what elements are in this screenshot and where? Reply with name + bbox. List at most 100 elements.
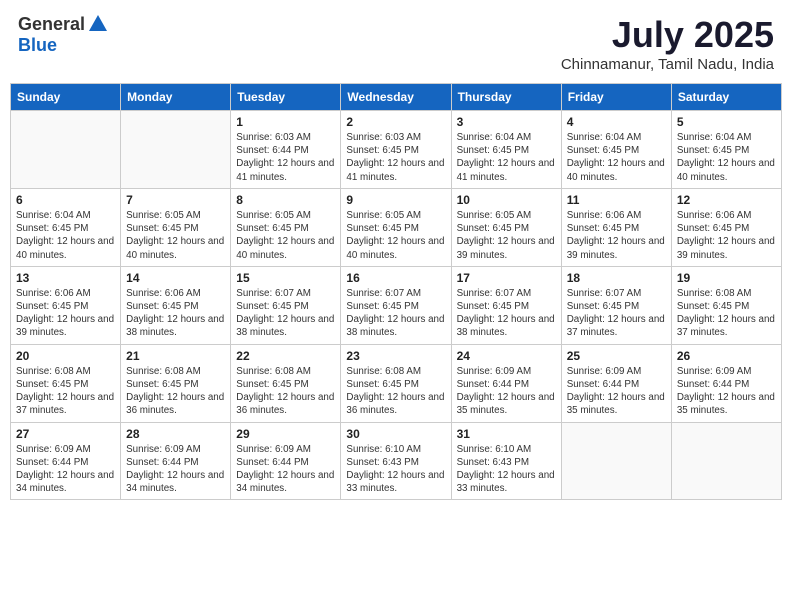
day-info: Sunrise: 6:05 AM Sunset: 6:45 PM Dayligh… — [346, 209, 445, 262]
calendar-cell: 17 Sunrise: 6:07 AM Sunset: 6:45 PM Dayli… — [451, 266, 561, 344]
day-number: 1 — [236, 115, 335, 129]
calendar-cell: 7 Sunrise: 6:05 AM Sunset: 6:45 PM Daylig… — [121, 188, 231, 266]
day-info: Sunrise: 6:07 AM Sunset: 6:45 PM Dayligh… — [236, 287, 335, 340]
day-info: Sunrise: 6:09 AM Sunset: 6:44 PM Dayligh… — [567, 365, 666, 418]
calendar-cell — [11, 111, 121, 189]
day-info: Sunrise: 6:05 AM Sunset: 6:45 PM Dayligh… — [126, 209, 225, 262]
calendar-cell: 25 Sunrise: 6:09 AM Sunset: 6:44 PM Dayli… — [561, 344, 671, 422]
calendar-cell: 14 Sunrise: 6:06 AM Sunset: 6:45 PM Dayli… — [121, 266, 231, 344]
day-number: 15 — [236, 271, 335, 285]
calendar-cell: 8 Sunrise: 6:05 AM Sunset: 6:45 PM Daylig… — [231, 188, 341, 266]
day-number: 2 — [346, 115, 445, 129]
day-info: Sunrise: 6:09 AM Sunset: 6:44 PM Dayligh… — [16, 443, 115, 496]
day-info: Sunrise: 6:06 AM Sunset: 6:45 PM Dayligh… — [567, 209, 666, 262]
day-number: 18 — [567, 271, 666, 285]
header-wednesday: Wednesday — [341, 84, 451, 111]
day-number: 16 — [346, 271, 445, 285]
day-number: 27 — [16, 427, 115, 441]
calendar-cell: 9 Sunrise: 6:05 AM Sunset: 6:45 PM Daylig… — [341, 188, 451, 266]
day-number: 26 — [677, 349, 776, 363]
day-number: 22 — [236, 349, 335, 363]
day-number: 25 — [567, 349, 666, 363]
calendar-cell: 27 Sunrise: 6:09 AM Sunset: 6:44 PM Dayli… — [11, 422, 121, 500]
logo-icon — [87, 13, 109, 35]
day-number: 29 — [236, 427, 335, 441]
day-info: Sunrise: 6:08 AM Sunset: 6:45 PM Dayligh… — [126, 365, 225, 418]
calendar-table: Sunday Monday Tuesday Wednesday Thursday… — [10, 83, 782, 500]
day-number: 6 — [16, 193, 115, 207]
calendar-cell: 29 Sunrise: 6:09 AM Sunset: 6:44 PM Dayli… — [231, 422, 341, 500]
header-sunday: Sunday — [11, 84, 121, 111]
calendar-cell: 22Sunrise: 6:08 AM Sunset: 6:45 PM Dayli… — [231, 344, 341, 422]
day-number: 17 — [457, 271, 556, 285]
calendar-cell: 23Sunrise: 6:08 AM Sunset: 6:45 PM Dayli… — [341, 344, 451, 422]
calendar-cell: 19 Sunrise: 6:08 AM Sunset: 6:45 PM Dayli… — [671, 266, 781, 344]
day-info: Sunrise: 6:04 AM Sunset: 6:45 PM Dayligh… — [16, 209, 115, 262]
day-info: Sunrise: 6:04 AM Sunset: 6:45 PM Dayligh… — [457, 131, 556, 184]
header-monday: Monday — [121, 84, 231, 111]
day-info: Sunrise: 6:03 AM Sunset: 6:45 PM Dayligh… — [346, 131, 445, 184]
calendar-cell: 13 Sunrise: 6:06 AM Sunset: 6:45 PM Dayli… — [11, 266, 121, 344]
day-number: 10 — [457, 193, 556, 207]
day-number: 11 — [567, 193, 666, 207]
calendar-cell: 6 Sunrise: 6:04 AM Sunset: 6:45 PM Daylig… — [11, 188, 121, 266]
day-info: Sunrise: 6:06 AM Sunset: 6:45 PM Dayligh… — [16, 287, 115, 340]
day-number: 21 — [126, 349, 225, 363]
day-info: Sunrise: 6:08 AM Sunset: 6:45 PM Dayligh… — [677, 287, 776, 340]
day-number: 14 — [126, 271, 225, 285]
calendar-week-row: 1 Sunrise: 6:03 AM Sunset: 6:44 PM Daylig… — [11, 111, 782, 189]
calendar-cell: 12 Sunrise: 6:06 AM Sunset: 6:45 PM Dayli… — [671, 188, 781, 266]
calendar-week-row: 27 Sunrise: 6:09 AM Sunset: 6:44 PM Dayli… — [11, 422, 782, 500]
weekday-header-row: Sunday Monday Tuesday Wednesday Thursday… — [11, 84, 782, 111]
day-info: Sunrise: 6:08 AM Sunset: 6:45 PM Dayligh… — [16, 365, 115, 418]
day-info: Sunrise: 6:09 AM Sunset: 6:44 PM Dayligh… — [457, 365, 556, 418]
calendar-cell: 16 Sunrise: 6:07 AM Sunset: 6:45 PM Dayli… — [341, 266, 451, 344]
calendar-cell: 5 Sunrise: 6:04 AM Sunset: 6:45 PM Daylig… — [671, 111, 781, 189]
day-number: 3 — [457, 115, 556, 129]
day-number: 19 — [677, 271, 776, 285]
day-info: Sunrise: 6:06 AM Sunset: 6:45 PM Dayligh… — [677, 209, 776, 262]
title-area: July 2025 Chinnamanur, Tamil Nadu, India — [561, 14, 774, 73]
day-info: Sunrise: 6:06 AM Sunset: 6:45 PM Dayligh… — [126, 287, 225, 340]
day-number: 8 — [236, 193, 335, 207]
day-info: Sunrise: 6:05 AM Sunset: 6:45 PM Dayligh… — [236, 209, 335, 262]
calendar-cell: 4Sunrise: 6:04 AM Sunset: 6:45 PM Daylig… — [561, 111, 671, 189]
day-info: Sunrise: 6:09 AM Sunset: 6:44 PM Dayligh… — [236, 443, 335, 496]
header-saturday: Saturday — [671, 84, 781, 111]
calendar-cell: 2 Sunrise: 6:03 AM Sunset: 6:45 PM Daylig… — [341, 111, 451, 189]
calendar-cell: 3 Sunrise: 6:04 AM Sunset: 6:45 PM Daylig… — [451, 111, 561, 189]
day-info: Sunrise: 6:03 AM Sunset: 6:44 PM Dayligh… — [236, 131, 335, 184]
calendar-cell: 15 Sunrise: 6:07 AM Sunset: 6:45 PM Dayli… — [231, 266, 341, 344]
day-number: 30 — [346, 427, 445, 441]
day-info: Sunrise: 6:04 AM Sunset: 6:45 PM Dayligh… — [677, 131, 776, 184]
day-number: 31 — [457, 427, 556, 441]
calendar-week-row: 6 Sunrise: 6:04 AM Sunset: 6:45 PM Daylig… — [11, 188, 782, 266]
day-info: Sunrise: 6:07 AM Sunset: 6:45 PM Dayligh… — [346, 287, 445, 340]
day-info: Sunrise: 6:09 AM Sunset: 6:44 PM Dayligh… — [126, 443, 225, 496]
calendar-cell — [561, 422, 671, 500]
day-number: 13 — [16, 271, 115, 285]
day-info: Sunrise: 6:07 AM Sunset: 6:45 PM Dayligh… — [457, 287, 556, 340]
logo-general-text: General — [18, 14, 85, 35]
calendar-cell: 26 Sunrise: 6:09 AM Sunset: 6:44 PM Dayli… — [671, 344, 781, 422]
day-number: 12 — [677, 193, 776, 207]
day-info: Sunrise: 6:10 AM Sunset: 6:43 PM Dayligh… — [346, 443, 445, 496]
calendar-cell: 20Sunrise: 6:08 AM Sunset: 6:45 PM Dayli… — [11, 344, 121, 422]
month-title: July 2025 — [561, 14, 774, 56]
calendar-cell — [671, 422, 781, 500]
day-number: 9 — [346, 193, 445, 207]
calendar-cell: 28Sunrise: 6:09 AM Sunset: 6:44 PM Dayli… — [121, 422, 231, 500]
day-info: Sunrise: 6:09 AM Sunset: 6:44 PM Dayligh… — [677, 365, 776, 418]
calendar-cell — [121, 111, 231, 189]
calendar-cell: 31Sunrise: 6:10 AM Sunset: 6:43 PM Dayli… — [451, 422, 561, 500]
day-info: Sunrise: 6:08 AM Sunset: 6:45 PM Dayligh… — [346, 365, 445, 418]
calendar-cell: 24Sunrise: 6:09 AM Sunset: 6:44 PM Dayli… — [451, 344, 561, 422]
day-number: 5 — [677, 115, 776, 129]
calendar-cell: 1 Sunrise: 6:03 AM Sunset: 6:44 PM Daylig… — [231, 111, 341, 189]
header-tuesday: Tuesday — [231, 84, 341, 111]
page-header: General Blue July 2025 Chinnamanur, Tami… — [10, 10, 782, 77]
day-number: 7 — [126, 193, 225, 207]
calendar-cell: 30 Sunrise: 6:10 AM Sunset: 6:43 PM Dayli… — [341, 422, 451, 500]
calendar-cell: 10Sunrise: 6:05 AM Sunset: 6:45 PM Dayli… — [451, 188, 561, 266]
day-info: Sunrise: 6:07 AM Sunset: 6:45 PM Dayligh… — [567, 287, 666, 340]
